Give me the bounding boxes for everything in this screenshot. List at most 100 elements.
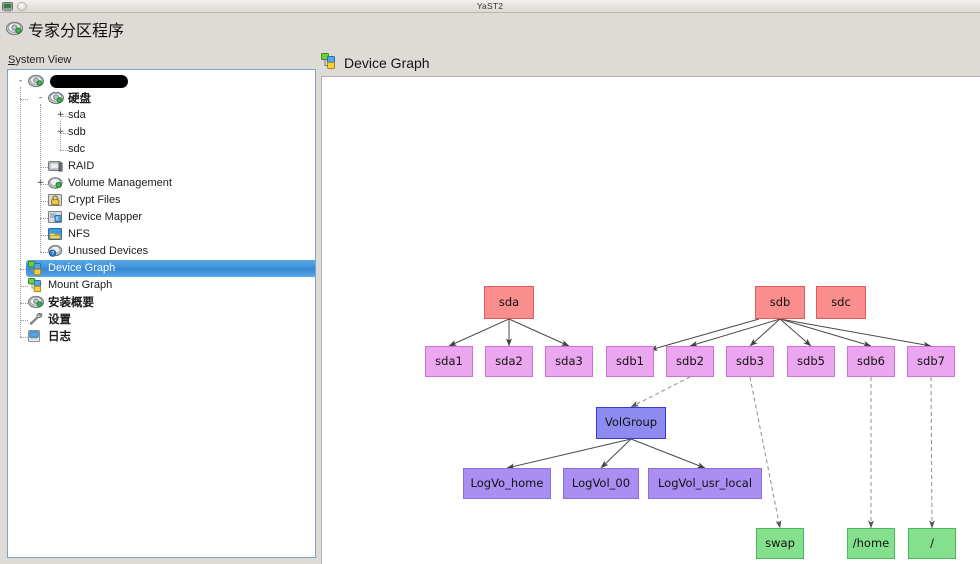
tree-guide-line xyxy=(60,116,68,117)
graph-node-sda2[interactable]: sda2 xyxy=(485,346,533,377)
lock-icon xyxy=(48,193,63,210)
graph-edge-sdb7-to-root xyxy=(928,376,935,529)
tree-guide-line xyxy=(40,252,48,253)
sidebar-item-[interactable]: 安装概要 xyxy=(8,294,315,312)
device-graph-header: Device Graph xyxy=(321,52,430,74)
tree-guide-line xyxy=(20,303,28,304)
sidebar-item-label: 安装概要 xyxy=(48,295,94,309)
graph-node-label: sdb1 xyxy=(616,353,644,368)
system-view-tree[interactable]: - - 硬盘 + sda + sdb sdc RAID + Volume Management Cry… xyxy=(7,69,316,558)
sidebar-item-[interactable]: 日志 xyxy=(8,328,315,346)
tree-rows-container: - - 硬盘 + sda + sdb sdc RAID + Volume Management Cry… xyxy=(8,70,315,557)
tree-collapse-icon[interactable]: - xyxy=(16,77,25,86)
graph-edge-sdb2-to-volgroup xyxy=(630,376,691,408)
graph-node-home[interactable]: /home xyxy=(847,528,895,559)
sidebar-item-sdc[interactable]: sdc xyxy=(8,141,315,158)
graph-node-sdb3[interactable]: sdb3 xyxy=(726,346,774,377)
tree-guide-line xyxy=(20,87,21,337)
graph-node-label: sdb2 xyxy=(676,353,704,368)
log-icon xyxy=(28,329,44,346)
graph-edge-sda-to-sda1 xyxy=(448,318,510,347)
graph-edge-sdb-to-sdb7 xyxy=(779,318,932,348)
tree-guide-line xyxy=(40,104,41,252)
sidebar-item-root[interactable]: - xyxy=(8,73,315,91)
graph-node-label: sda xyxy=(498,294,520,309)
sidebar-item-[interactable]: - 硬盘 xyxy=(8,90,315,107)
sidebar-item-raid[interactable]: RAID xyxy=(8,158,315,176)
graph-node-volgroup[interactable]: VolGroup xyxy=(596,407,666,439)
graph-edge-volgroup-to-logvol_usr_local xyxy=(630,438,706,469)
graph-node-sdb7[interactable]: sdb7 xyxy=(907,346,955,377)
graph-node-label: sdb xyxy=(769,294,791,309)
raid-icon xyxy=(48,159,63,176)
sidebar-item-device-mapper[interactable]: t Device Mapper xyxy=(8,209,315,227)
graph-node-sdc[interactable]: sdc xyxy=(816,286,866,319)
hard-disk-icon xyxy=(28,74,44,91)
tree-guide-line xyxy=(60,121,61,150)
graph-node-sdb1[interactable]: sdb1 xyxy=(606,346,654,377)
sidebar-item-sdb[interactable]: + sdb xyxy=(8,124,315,141)
graph-node-sda3[interactable]: sda3 xyxy=(545,346,593,377)
sidebar-item-crypt-files[interactable]: Crypt Files xyxy=(8,192,315,210)
tree-guide-line xyxy=(20,337,28,338)
redacted-hostname xyxy=(50,75,128,88)
sidebar-item-label: 硬盘 xyxy=(68,91,91,105)
sidebar-item-unused-devices[interactable]: ? Unused Devices xyxy=(8,243,315,260)
tree-guide-line xyxy=(40,167,48,168)
graph-node-root[interactable]: / xyxy=(908,528,956,559)
window-title: YaST2 xyxy=(476,1,504,11)
sidebar-item-mount-graph[interactable]: Mount Graph xyxy=(8,277,315,294)
graph-node-sdb[interactable]: sdb xyxy=(755,286,805,319)
graph-node-label: sdb5 xyxy=(797,353,825,368)
graph-node-logvol_usr_local[interactable]: LogVol_usr_local xyxy=(648,468,762,499)
graph-node-sda[interactable]: sda xyxy=(484,286,534,319)
graph-node-logvol_00[interactable]: LogVol_00 xyxy=(563,468,639,499)
graph-node-label: / xyxy=(930,535,934,550)
tree-guide-line xyxy=(20,320,28,321)
graph-node-sda1[interactable]: sda1 xyxy=(425,346,473,377)
sidebar-item-label: sdb xyxy=(68,126,86,138)
graph-node-sdb6[interactable]: sdb6 xyxy=(847,346,895,377)
app-header: 专家分区程序 xyxy=(0,13,980,46)
sidebar-item-volume-management[interactable]: + Volume Management xyxy=(8,175,315,193)
graph-node-label: sda1 xyxy=(435,353,463,368)
tree-guide-line xyxy=(60,150,68,151)
partitioner-icon xyxy=(6,20,23,37)
device-graph-icon xyxy=(321,53,338,73)
sidebar-item-label: 日志 xyxy=(48,329,71,343)
graph-node-logvo_home[interactable]: LogVo_home xyxy=(463,468,551,499)
graph-edge-sdb-to-sdb2 xyxy=(689,318,781,347)
device-mapper-icon: t xyxy=(48,210,63,227)
graph-edge-volgroup-to-logvo_home xyxy=(506,438,632,470)
graph-node-sdb2[interactable]: sdb2 xyxy=(666,346,714,377)
tree-guide-line xyxy=(60,133,68,134)
graph-node-label: sdb3 xyxy=(736,353,764,368)
tree-guide-line xyxy=(20,99,28,100)
graph-node-sdb5[interactable]: sdb5 xyxy=(787,346,835,377)
sidebar-item-nfs[interactable]: NFS xyxy=(8,226,315,243)
sidebar-item-label: RAID xyxy=(68,160,95,172)
summary-icon xyxy=(28,295,44,312)
sidebar-item-label: Device Graph xyxy=(48,262,116,274)
tree-guide-line xyxy=(20,286,28,287)
settings-wrench-icon xyxy=(28,312,44,329)
sidebar-item-[interactable]: 设置 xyxy=(8,311,315,329)
sidebar-item-label: sdc xyxy=(68,143,86,155)
sidebar-item-label: Unused Devices xyxy=(68,245,149,257)
sidebar-item-sda[interactable]: + sda xyxy=(8,107,315,124)
sidebar-item-label: Crypt Files xyxy=(68,194,121,206)
graph-node-label: sda2 xyxy=(495,353,523,368)
sidebar-item-label: Device Mapper xyxy=(68,211,142,223)
sidebar-item-device-graph[interactable]: Device Graph xyxy=(26,260,315,277)
sidebar-item-label: 设置 xyxy=(48,312,71,326)
svg-text:?: ? xyxy=(51,251,54,257)
tree-collapse-icon[interactable]: - xyxy=(36,94,45,103)
graph-node-label: sdb6 xyxy=(857,353,885,368)
graph-node-label: /home xyxy=(852,535,890,550)
volume-management-icon xyxy=(47,176,63,193)
graph-node-swap[interactable]: swap xyxy=(756,528,804,559)
graph-node-label: swap xyxy=(765,535,795,550)
tree-guide-line xyxy=(20,269,28,270)
device-graph-canvas[interactable]: sda sdb sdc sda1 sda2 sda3 sdb1 sdb2 sdb3 sdb5 sdb… xyxy=(321,76,980,564)
tree-guide-line xyxy=(40,184,48,185)
